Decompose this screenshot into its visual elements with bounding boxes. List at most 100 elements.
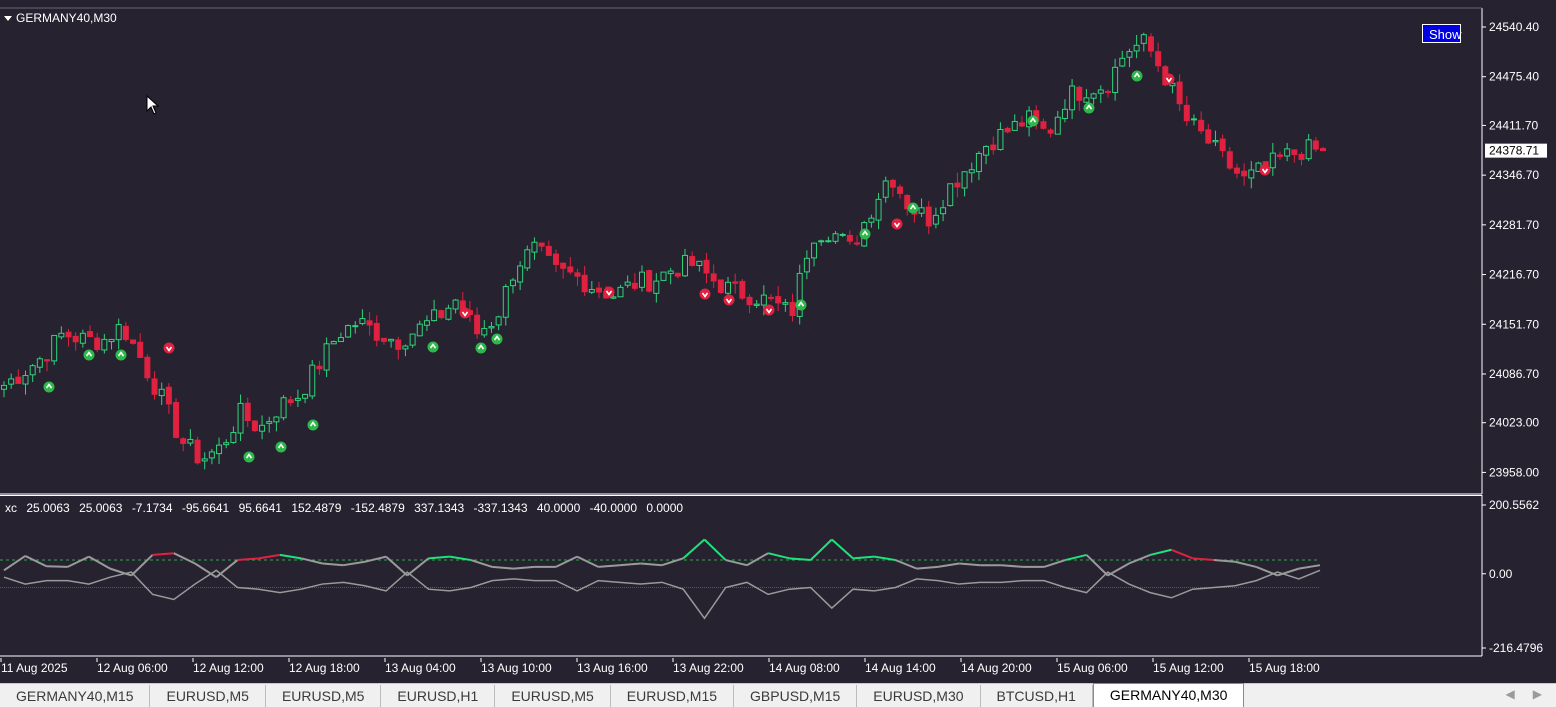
candle-body [94, 337, 101, 351]
candle-body [173, 402, 180, 438]
candle-body [968, 169, 975, 174]
price-tick-label: 24086.70 [1489, 367, 1539, 381]
price-tick-label: 24475.40 [1489, 70, 1539, 84]
candle-body [581, 274, 588, 293]
time-tick-label: 14 Aug 14:00 [865, 661, 936, 675]
price-tick-label: 24023.00 [1489, 416, 1539, 430]
chart-tab[interactable]: GERMANY40,M15 [0, 685, 151, 707]
sell-signal-icon [1163, 73, 1175, 85]
candle-body [137, 341, 144, 358]
main-signal-segment [46, 565, 68, 568]
buy-signal-icon [275, 441, 287, 453]
candle-body [1097, 89, 1104, 94]
price-chart[interactable]: 24540.40 24475.40 24411.70 24346.70 24281.70… [0, 0, 1556, 495]
candle-body [1198, 119, 1205, 132]
candle-body [431, 309, 438, 322]
candle-body [51, 334, 58, 362]
buy-signal-icon [475, 342, 487, 354]
chart-tab[interactable]: BTCUSD,H1 [981, 685, 1093, 707]
candle-body [294, 397, 301, 401]
candle-body [889, 179, 896, 188]
candle-body [87, 331, 94, 338]
buy-signal-icon [307, 419, 319, 431]
indicator-tick-label: 200.5562 [1489, 498, 1539, 512]
triangle-down-icon [4, 15, 12, 21]
time-tick-label: 14 Aug 08:00 [769, 661, 840, 675]
candle-body [560, 262, 567, 269]
indicator-panel[interactable]: 200.5562 0.00 -216.4796 [0, 495, 1556, 658]
candle-body [983, 145, 990, 156]
sell-signal-icon [459, 307, 471, 319]
candle-body [775, 296, 782, 304]
candle-body [251, 420, 258, 432]
indicator-value: 337.1343 [414, 501, 465, 515]
candle-body [717, 279, 724, 293]
chart-tab-active[interactable]: GERMANY40,M30 [1092, 683, 1245, 707]
candle-body [388, 338, 395, 342]
indicator-value: -95.6641 [181, 501, 230, 515]
candle-body [574, 272, 581, 277]
candle-body [79, 332, 86, 344]
candle-body [223, 442, 230, 446]
candle-body [932, 214, 939, 225]
candle-body [373, 322, 380, 341]
chart-window[interactable]: 24540.40 24475.40 24411.70 24346.70 24281.70… [0, 0, 1556, 683]
time-tick-label: 12 Aug 06:00 [97, 661, 168, 675]
chart-tab[interactable]: EURUSD,M30 [857, 685, 981, 707]
symbol-text: GERMANY40,M30 [16, 11, 117, 25]
candle-body [954, 182, 961, 188]
chart-tab[interactable]: GBPUSD,M15 [734, 685, 858, 707]
candle-body [1248, 169, 1255, 179]
candle-body [947, 183, 954, 207]
candle-body [345, 325, 352, 338]
chart-tab[interactable]: EURUSD,M5 [495, 685, 611, 707]
chart-background [0, 0, 1556, 495]
candle-body [1147, 36, 1154, 52]
candle-body [1219, 138, 1226, 152]
sell-signal-icon [603, 286, 615, 298]
indicator-value: 25.0063 [26, 501, 70, 515]
candle-body [8, 378, 15, 385]
buy-signal-icon [795, 299, 807, 311]
candle-body [1291, 149, 1298, 155]
indicator-tick-label: 0.00 [1489, 567, 1513, 581]
candle-body [445, 307, 452, 320]
candle-body [674, 272, 681, 277]
candle-body [144, 356, 151, 379]
chart-tab[interactable]: EURUSD,H1 [381, 685, 496, 707]
candle-body [352, 325, 359, 328]
candle-body [846, 234, 853, 242]
candle-body [882, 180, 889, 198]
symbol-label[interactable]: GERMANY40,M30 [4, 11, 117, 25]
scroll-left-icon[interactable]: ◀ [1506, 687, 1515, 701]
candle-body [244, 402, 251, 422]
candle-body [732, 281, 739, 284]
candle-body [1269, 152, 1276, 169]
candle-body [452, 299, 459, 310]
show-button[interactable]: Show [1422, 24, 1462, 43]
scroll-right-icon[interactable]: ▶ [1533, 687, 1542, 701]
candle-body [1090, 93, 1097, 99]
candle-body [194, 439, 201, 464]
candle-body [624, 281, 631, 286]
candle-body [789, 301, 796, 317]
candle-body [1, 384, 7, 390]
chart-tab[interactable]: EURUSD,M5 [150, 685, 266, 707]
candle-body [588, 288, 595, 293]
indicator-background [0, 495, 1556, 658]
sell-signal-icon [699, 288, 711, 300]
candle-body [101, 338, 108, 351]
indicator-value: 0.0000 [646, 501, 684, 515]
chart-tab[interactable]: EURUSD,M5 [266, 685, 382, 707]
candle-body [380, 337, 387, 342]
candle-body [832, 233, 839, 242]
candle-body [653, 280, 660, 294]
candle-body [975, 152, 982, 173]
candle-body [918, 207, 925, 214]
chart-tab[interactable]: EURUSD,M15 [611, 685, 735, 707]
candle-body [803, 257, 810, 273]
candle-body [481, 327, 488, 336]
candle-body [531, 241, 538, 253]
candle-body [839, 233, 846, 236]
time-tick-label: 12 Aug 12:00 [193, 661, 264, 675]
